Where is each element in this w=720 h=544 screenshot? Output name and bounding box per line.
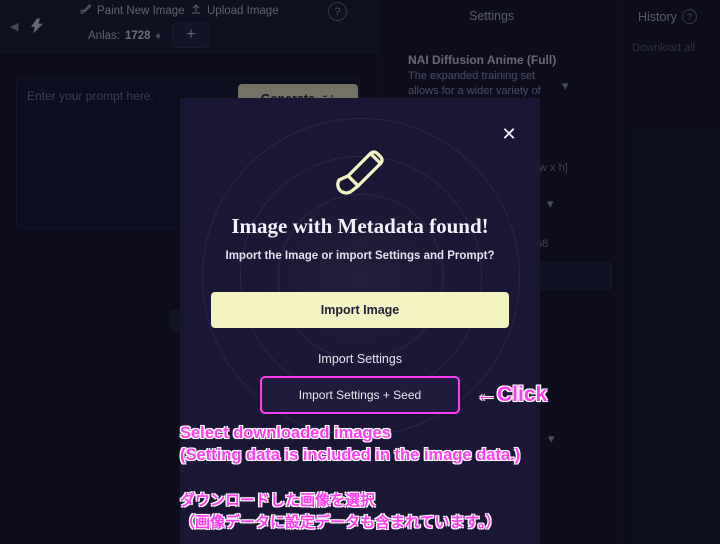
modal-subtitle: Import the Image or import Settings and … <box>225 250 495 262</box>
annotation-jp-line-2: （画像データに設定データも含まれています。） <box>180 514 501 531</box>
metadata-found-modal: ✕ Image with Metadata found! Import the … <box>180 98 540 544</box>
import-image-button[interactable]: Import Image <box>211 292 509 328</box>
annotation-en-line-2: (Setting data is included in the image d… <box>180 446 521 464</box>
close-icon[interactable]: ✕ <box>500 125 518 143</box>
annotation-en-line-1: Select downloaded images <box>180 424 391 442</box>
annotation-click-arrow: ←Click <box>476 383 548 406</box>
paintbrush-icon <box>180 146 540 202</box>
annotation-jp-line-1: ダウンロードした画像を選択 <box>180 492 376 509</box>
import-settings-button[interactable]: Import Settings <box>180 352 540 366</box>
import-settings-seed-button[interactable]: Import Settings + Seed <box>260 376 460 414</box>
modal-title: Image with Metadata found! <box>231 214 489 238</box>
